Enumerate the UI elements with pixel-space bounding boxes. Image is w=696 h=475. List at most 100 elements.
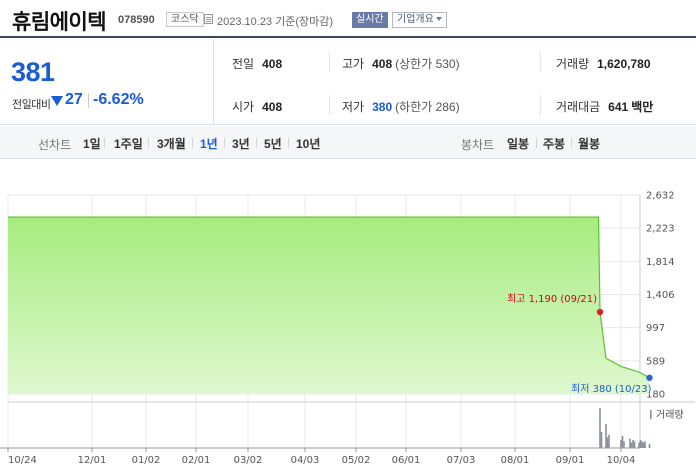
- prev-close-label: 전일: [232, 57, 255, 71]
- volume-bar: [600, 432, 603, 448]
- candle-chart-label: 봉차트: [461, 138, 495, 152]
- open-label: 시가: [232, 100, 255, 114]
- volume-bar: [632, 440, 634, 448]
- volume-bar: [623, 441, 625, 448]
- period-5y[interactable]: 5년: [264, 135, 282, 152]
- divider: [571, 138, 572, 148]
- chevron-down-icon: [435, 17, 442, 21]
- volume-bar: [606, 437, 609, 448]
- divider: [148, 138, 149, 148]
- line-chart-label: 선차트: [38, 138, 72, 152]
- trade-amount: 거래대금 641 백만: [556, 98, 653, 115]
- x-tick-label: 02/01: [182, 455, 211, 466]
- open-value: 408: [262, 100, 283, 114]
- stock-code: 078590: [118, 14, 155, 26]
- candle-monthly[interactable]: 월봉: [578, 135, 600, 152]
- price-summary: 381 전일대비 27 -6.62% 전일 408 고가 408 (상한가 530) …: [0, 39, 696, 125]
- period-10y[interactable]: 10년: [296, 135, 320, 152]
- date-text: 2023.10.23 기준(장마감): [217, 16, 334, 28]
- volume-legend-icon: [650, 410, 652, 419]
- divider: [224, 138, 225, 148]
- volume-bar: [644, 441, 646, 448]
- calendar-icon: [204, 14, 213, 24]
- x-tick-label: 03/02: [234, 455, 263, 466]
- amount-unit: 백만: [631, 100, 654, 114]
- prev-close-value: 408: [262, 57, 283, 71]
- period-3m[interactable]: 3개월: [157, 135, 186, 152]
- volume-label: 거래량: [656, 409, 684, 421]
- volume-label: 거래량: [556, 57, 590, 71]
- price-chart[interactable]: 2,632 2,223 1,814 1,406 997 589 180 최고 1,190 (0…: [0, 160, 696, 475]
- y-tick-label: 2,632: [646, 191, 675, 202]
- volume-bar: [621, 436, 624, 448]
- period-1y[interactable]: 1년: [200, 135, 218, 152]
- x-tick-label: 09/01: [556, 455, 585, 466]
- volume-bar: [648, 444, 651, 448]
- candle-daily[interactable]: 일봉: [507, 135, 529, 152]
- period-selector: 선차트 1일 1주일 3개월 1년 3년 5년 10년 봉차트 일봉 주봉 월봉: [0, 126, 696, 159]
- price-chart-svg: 2,6322,2231,8141,406997589180최고 1,190 (0…: [0, 191, 695, 466]
- down-triangle-icon: [51, 96, 63, 106]
- x-tick-label: 05/02: [342, 455, 371, 466]
- volume-bar: [629, 438, 631, 448]
- period-3y[interactable]: 3년: [232, 135, 250, 152]
- volume-bar: [599, 408, 601, 448]
- volume-bar: [620, 440, 622, 448]
- stock-name: 휴림에이텍: [12, 11, 107, 34]
- market-badge: 코스닥: [166, 12, 204, 27]
- divider: [192, 138, 193, 148]
- realtime-button[interactable]: 실시간: [352, 12, 388, 28]
- lower-limit: (하한가 286): [395, 100, 460, 114]
- x-tick-label: 04/03: [291, 455, 320, 466]
- volume-bar: [638, 442, 640, 448]
- y-tick-label: 1,814: [646, 257, 675, 268]
- company-info-label: 기업개요: [397, 14, 434, 25]
- volume-bar: [630, 442, 633, 448]
- divider: [329, 95, 330, 115]
- period-1d[interactable]: 1일: [83, 135, 101, 152]
- volume-bar: [639, 440, 642, 448]
- volume: 거래량 1,620,780: [556, 55, 651, 72]
- divider: [540, 95, 541, 115]
- x-tick-label: 06/01: [392, 455, 421, 466]
- current-price: 381: [11, 57, 55, 87]
- divider: [540, 52, 541, 72]
- change-label: 전일대비: [12, 99, 51, 111]
- low-value: 380: [372, 100, 393, 114]
- divider: [104, 138, 105, 148]
- price-area: [8, 217, 650, 394]
- volume-bar: [641, 441, 643, 448]
- period-1w[interactable]: 1주일: [114, 135, 143, 152]
- divider: [329, 52, 330, 72]
- prev-close: 전일 408: [232, 55, 282, 72]
- low-annotation: 최저 380 (10/23): [571, 383, 652, 395]
- x-tick-label: 07/03: [447, 455, 476, 466]
- stock-header: 휴림에이텍 078590 코스닥 2023.10.23 기준(장마감) 실시간 …: [0, 0, 696, 38]
- high-price: 고가 408 (상한가 530): [342, 55, 460, 72]
- divider: [288, 138, 289, 148]
- change-value: 27: [65, 91, 83, 108]
- x-tick-label: 01/02: [132, 455, 161, 466]
- x-tick-label: 10/24: [8, 455, 37, 466]
- volume-bar: [642, 442, 645, 448]
- x-tick-label: 12/01: [78, 455, 107, 466]
- y-tick-label: 997: [646, 323, 665, 334]
- high-value: 408: [372, 57, 393, 71]
- x-tick-label: 10/04: [607, 455, 636, 466]
- open-price: 시가 408: [232, 98, 282, 115]
- y-tick-label: 589: [646, 356, 665, 367]
- x-tick-label: 08/01: [501, 455, 530, 466]
- low-price: 저가 380 (하한가 286): [342, 98, 460, 115]
- y-tick-label: 1,406: [646, 290, 675, 301]
- amount-label: 거래대금: [556, 100, 601, 114]
- company-info-button[interactable]: 기업개요: [392, 12, 447, 28]
- volume-value: 1,620,780: [597, 57, 651, 71]
- volume-bar: [633, 441, 636, 448]
- divider: [88, 93, 89, 108]
- candle-weekly[interactable]: 주봉: [543, 135, 565, 152]
- high-annotation: 최고 1,190 (09/21): [507, 293, 597, 305]
- y-tick-label: 2,223: [646, 224, 675, 235]
- divider: [256, 138, 257, 148]
- high-label: 고가: [342, 57, 365, 71]
- amount-value: 641: [608, 100, 629, 114]
